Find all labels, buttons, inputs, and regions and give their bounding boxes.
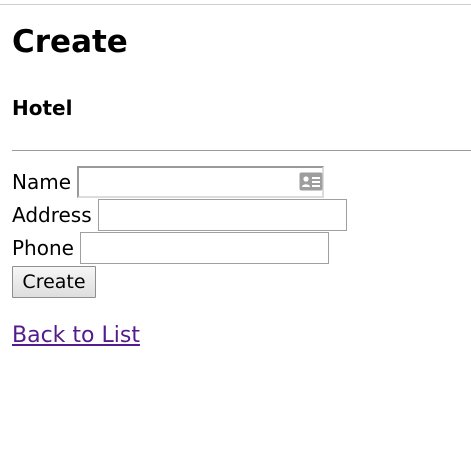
create-button[interactable]: Create [12, 266, 96, 298]
page-title: Create [12, 24, 128, 60]
top-divider [0, 4, 471, 5]
name-label: Name [12, 169, 72, 194]
name-input[interactable] [77, 165, 325, 198]
back-to-list-link[interactable]: Back to List [12, 321, 140, 351]
entity-heading: Hotel [12, 96, 73, 120]
section-divider [12, 150, 471, 151]
address-input[interactable] [97, 198, 347, 231]
address-field-row: Address [12, 198, 471, 231]
address-label: Address [12, 202, 92, 227]
phone-input[interactable] [79, 231, 329, 264]
phone-label: Phone [12, 235, 74, 260]
contact-card-icon[interactable] [299, 172, 323, 191]
create-hotel-form: Name Address Phone Create [12, 165, 471, 298]
name-field-row: Name [12, 165, 471, 198]
phone-field-row: Phone [12, 231, 471, 264]
